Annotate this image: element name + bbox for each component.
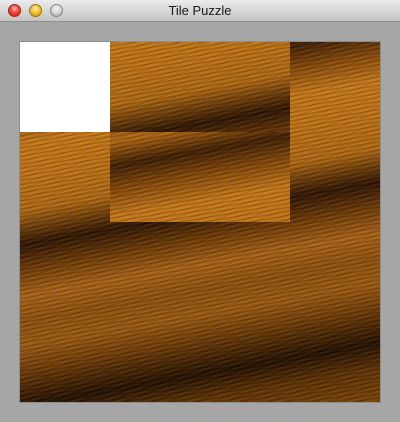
- puzzle-tile[interactable]: [110, 42, 200, 132]
- puzzle-tile[interactable]: [290, 312, 380, 402]
- puzzle-tile[interactable]: [110, 132, 200, 222]
- puzzle-tile[interactable]: [20, 312, 110, 402]
- puzzle-board: [20, 42, 380, 402]
- puzzle-tile[interactable]: [20, 222, 110, 312]
- puzzle-tile[interactable]: [110, 222, 200, 312]
- window-title: Tile Puzzle: [168, 3, 232, 18]
- puzzle-tile[interactable]: [290, 42, 380, 132]
- puzzle-tile[interactable]: [290, 132, 380, 222]
- title-bar[interactable]: Tile Puzzle: [0, 0, 400, 22]
- puzzle-tile[interactable]: [110, 312, 200, 402]
- empty-tile-slot[interactable]: [20, 42, 110, 132]
- puzzle-tile[interactable]: [20, 132, 110, 222]
- puzzle-window: Tile Puzzle: [0, 0, 400, 422]
- puzzle-tile[interactable]: [200, 222, 290, 312]
- puzzle-tile[interactable]: [290, 222, 380, 312]
- puzzle-tile[interactable]: [200, 42, 290, 132]
- puzzle-tile[interactable]: [200, 312, 290, 402]
- puzzle-tile[interactable]: [200, 132, 290, 222]
